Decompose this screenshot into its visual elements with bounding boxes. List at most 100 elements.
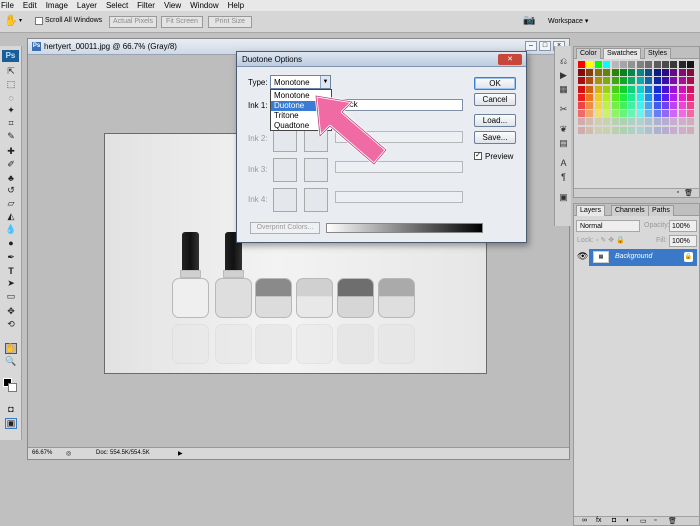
swatch-cell[interactable] <box>594 69 602 77</box>
dodge-tool-icon[interactable]: ● <box>5 237 17 248</box>
link-layers-icon[interactable]: ∞ <box>582 517 587 524</box>
type-select[interactable]: Monotone ▼ <box>270 75 331 89</box>
masks-panel-icon[interactable]: ▤ <box>558 138 569 149</box>
tab-styles[interactable]: Styles <box>644 48 672 59</box>
swatch-cell[interactable] <box>611 85 619 93</box>
character-panel-icon[interactable]: A <box>558 158 569 169</box>
healing-brush-tool-icon[interactable]: ✚ <box>5 146 17 157</box>
screen-mode-icon[interactable]: ▣ <box>5 418 17 429</box>
swatch-cell[interactable] <box>620 61 627 68</box>
save-button[interactable]: Save... <box>474 131 516 144</box>
swatch-cell[interactable] <box>611 69 619 77</box>
swatch-cell[interactable] <box>687 118 695 126</box>
swatch-cell[interactable] <box>578 93 585 101</box>
path-selection-tool-icon[interactable]: ➤ <box>5 278 17 289</box>
swatch-cell[interactable] <box>645 126 653 134</box>
pen-tool-icon[interactable]: ✒ <box>5 252 17 263</box>
swatch-cell[interactable] <box>620 126 627 134</box>
scroll-all-windows-checkbox[interactable] <box>35 17 43 25</box>
crop-tool-icon[interactable]: ⌗ <box>5 118 17 129</box>
lasso-tool-icon[interactable]: ◌ <box>5 92 17 103</box>
swatch-cell[interactable] <box>620 118 627 126</box>
paragraph-panel-icon[interactable]: ¶ <box>558 172 569 183</box>
swatch-cell[interactable] <box>628 110 636 118</box>
ink2-curve-box[interactable] <box>273 128 297 152</box>
swatch-cell[interactable] <box>636 61 644 68</box>
new-group-icon[interactable]: ▭ <box>640 517 647 525</box>
blur-tool-icon[interactable]: 💧 <box>5 224 17 235</box>
status-arrow-icon[interactable]: ▶ <box>178 450 183 457</box>
swatch-cell[interactable] <box>578 85 585 93</box>
swatch-cell[interactable] <box>594 126 602 134</box>
eraser-tool-icon[interactable]: ▱ <box>5 198 17 209</box>
menu-layer[interactable]: Layer <box>77 1 97 10</box>
swatch-cell[interactable] <box>636 118 644 126</box>
hand-tool-icon[interactable]: ✋ <box>4 14 18 27</box>
menu-image[interactable]: Image <box>46 1 68 10</box>
swatch-cell[interactable] <box>603 118 611 126</box>
swatch-cell[interactable] <box>678 61 686 68</box>
swatch-cell[interactable] <box>611 118 619 126</box>
swatch-cell[interactable] <box>628 61 636 68</box>
swatch-cell[interactable] <box>670 69 678 77</box>
layer-mask-icon[interactable]: ◘ <box>612 517 616 524</box>
swatch-cell[interactable] <box>645 102 653 109</box>
swatch-cell[interactable] <box>620 102 627 109</box>
swatch-cell[interactable] <box>670 93 678 101</box>
cancel-button[interactable]: Cancel <box>474 93 516 106</box>
swatch-cell[interactable] <box>620 110 627 118</box>
move-tool-icon[interactable]: ⇱ <box>5 66 17 77</box>
eyedropper-tool-icon[interactable]: ✎ <box>5 131 17 142</box>
adjustments-panel-icon[interactable]: ❦ <box>558 124 569 135</box>
swatch-cell[interactable] <box>662 77 669 85</box>
swatch-cell[interactable] <box>653 61 661 68</box>
swatch-cell[interactable] <box>678 69 686 77</box>
swatch-cell[interactable] <box>662 93 669 101</box>
chevron-down-icon[interactable]: ▼ <box>320 76 330 88</box>
swatch-cell[interactable] <box>578 110 585 118</box>
opacity-field[interactable]: 100% <box>669 220 697 232</box>
tools-preset-icon[interactable]: ✂ <box>558 104 569 115</box>
menu-window[interactable]: Window <box>190 1 218 10</box>
load-button[interactable]: Load... <box>474 114 516 127</box>
navigator-panel-icon[interactable]: ▦ <box>558 84 569 95</box>
swatch-cell[interactable] <box>670 102 678 109</box>
swatch-cell[interactable] <box>653 110 661 118</box>
swatch-cell[interactable] <box>678 77 686 85</box>
print-size-button[interactable]: Print Size <box>208 16 252 28</box>
ink4-color-box[interactable] <box>304 188 328 212</box>
swatch-cell[interactable] <box>603 102 611 109</box>
swatch-cell[interactable] <box>653 69 661 77</box>
swatch-cell[interactable] <box>628 69 636 77</box>
tab-layers[interactable]: Layers <box>576 205 606 216</box>
magic-wand-tool-icon[interactable]: ✦ <box>5 105 17 116</box>
swatch-cell[interactable] <box>578 118 585 126</box>
swatch-cell[interactable] <box>603 110 611 118</box>
swatch-grid[interactable] <box>578 61 698 136</box>
menu-file[interactable]: File <box>1 1 14 10</box>
swatch-cell[interactable] <box>603 126 611 134</box>
swatch-cell[interactable] <box>628 102 636 109</box>
swatch-cell[interactable] <box>670 77 678 85</box>
swatch-cell[interactable] <box>653 93 661 101</box>
swatch-cell[interactable] <box>645 77 653 85</box>
swatch-cell[interactable] <box>586 102 594 109</box>
tab-swatches[interactable]: Swatches <box>603 48 642 59</box>
zoom-tool-icon[interactable]: 🔍 <box>5 356 17 367</box>
menu-select[interactable]: Select <box>106 1 128 10</box>
swatch-cell[interactable] <box>687 77 695 85</box>
swatch-cell[interactable] <box>611 93 619 101</box>
swatch-cell[interactable] <box>653 85 661 93</box>
swatch-cell[interactable] <box>586 126 594 134</box>
clone-source-panel-icon[interactable]: ▣ <box>558 192 569 203</box>
clone-stamp-tool-icon[interactable]: ♣ <box>5 172 17 183</box>
swatch-cell[interactable] <box>636 77 644 85</box>
swatch-cell[interactable] <box>662 61 669 68</box>
swatch-cell[interactable] <box>645 93 653 101</box>
ink3-curve-box[interactable] <box>273 158 297 182</box>
swatch-cell[interactable] <box>636 110 644 118</box>
ok-button[interactable]: OK <box>474 77 516 90</box>
swatch-cell[interactable] <box>586 69 594 77</box>
swatch-cell[interactable] <box>611 77 619 85</box>
tab-paths[interactable]: Paths <box>648 205 674 216</box>
